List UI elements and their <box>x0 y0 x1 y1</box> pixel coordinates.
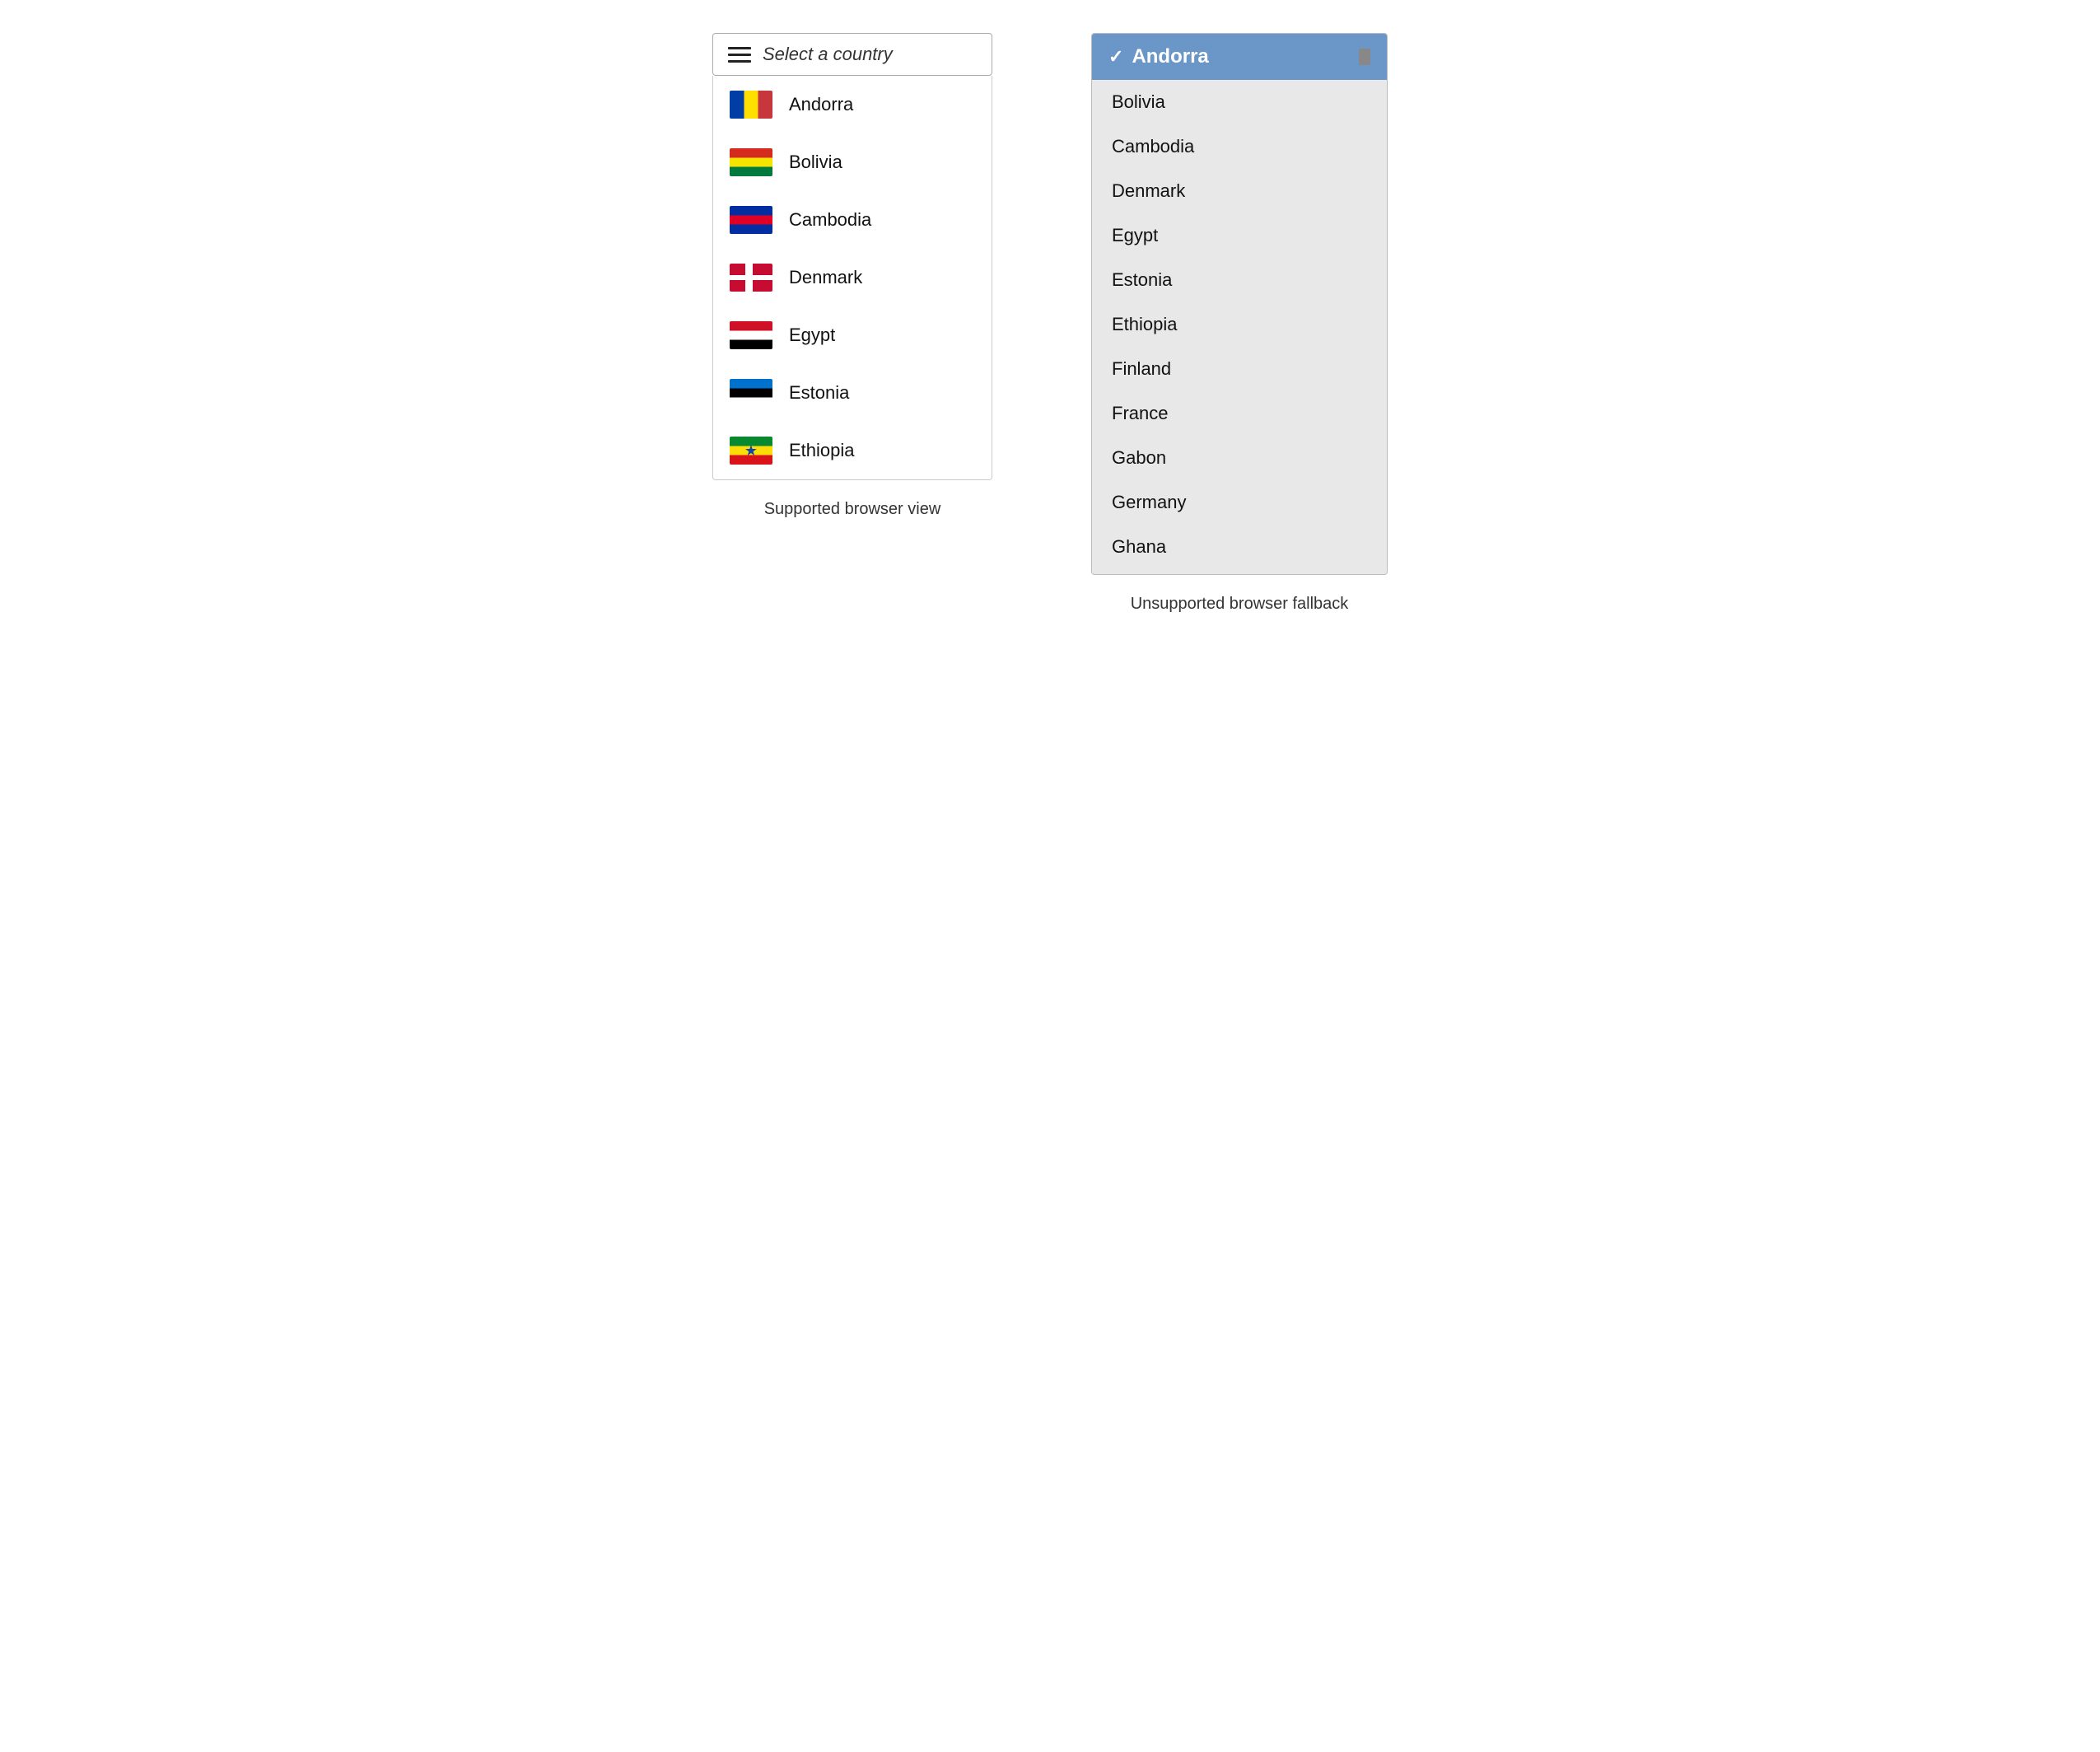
country-name: Estonia <box>789 382 849 404</box>
list-item[interactable]: Denmark <box>1092 169 1387 213</box>
list-item[interactable]: Bolivia <box>713 133 992 191</box>
list-item[interactable]: Estonia <box>1092 258 1387 302</box>
list-item[interactable]: Finland <box>1092 347 1387 391</box>
list-item[interactable]: Andorra <box>713 76 992 133</box>
select-scroll-area[interactable]: BoliviaCambodiaDenmarkEgyptEstoniaEthiop… <box>1092 80 1387 574</box>
list-item[interactable]: Gabon <box>1092 436 1387 480</box>
list-item[interactable]: Cambodia <box>1092 124 1387 169</box>
list-item[interactable]: France <box>1092 391 1387 436</box>
list-item[interactable]: Bolivia <box>1092 80 1387 124</box>
list-item[interactable]: Estonia <box>713 364 992 422</box>
flag-icon <box>730 264 772 292</box>
native-select-wrapper: ✓ Andorra BoliviaCambodiaDenmarkEgyptEst… <box>1091 33 1388 575</box>
native-select-header: ✓ Andorra <box>1092 34 1387 80</box>
selected-value: Andorra <box>1132 45 1208 68</box>
country-name: Ethiopia <box>789 440 855 461</box>
custom-select-wrapper: Select a country Andorra Bolivia Cambodia D… <box>712 33 992 480</box>
flag-icon <box>730 91 772 119</box>
list-item[interactable]: Cambodia <box>713 191 992 249</box>
select-placeholder: Select a country <box>763 44 893 65</box>
flag-icon <box>730 321 772 349</box>
scroll-indicator <box>1359 49 1370 65</box>
right-panel: ✓ Andorra BoliviaCambodiaDenmarkEgyptEst… <box>1091 33 1388 614</box>
country-name: Egypt <box>789 325 835 346</box>
list-item[interactable]: Ethiopia <box>713 422 992 479</box>
list-item[interactable]: Ghana <box>1092 525 1387 569</box>
list-item[interactable]: Ethiopia <box>1092 302 1387 347</box>
custom-select-trigger[interactable]: Select a country <box>712 33 992 76</box>
flag-icon <box>730 437 772 465</box>
left-panel-label: Supported browser view <box>764 500 941 519</box>
country-name: Denmark <box>789 267 862 288</box>
list-item[interactable]: Denmark <box>713 249 992 306</box>
country-name: Bolivia <box>789 152 842 173</box>
flag-icon <box>730 206 772 234</box>
country-name: Andorra <box>789 94 853 115</box>
custom-dropdown: Andorra Bolivia Cambodia Denmark Egypt Estoni… <box>712 76 992 480</box>
flag-icon <box>730 379 772 407</box>
hamburger-icon <box>728 47 751 63</box>
country-name: Cambodia <box>789 209 871 231</box>
flag-icon <box>730 148 772 176</box>
list-item[interactable]: Egypt <box>713 306 992 364</box>
right-panel-label: Unsupported browser fallback <box>1131 595 1349 614</box>
page-wrapper: Select a country AndorraBoliviaCambodiaD… <box>712 33 1388 614</box>
dropdown-scroll-area[interactable]: Andorra Bolivia Cambodia Denmark Egypt Estoni… <box>713 76 992 479</box>
checkmark-icon: ✓ <box>1108 46 1123 68</box>
list-item[interactable]: Egypt <box>1092 213 1387 258</box>
list-item[interactable]: Germany <box>1092 480 1387 525</box>
left-panel: Select a country Andorra Bolivia Cambodia D… <box>712 33 992 519</box>
list-item[interactable]: Greece <box>1092 569 1387 574</box>
